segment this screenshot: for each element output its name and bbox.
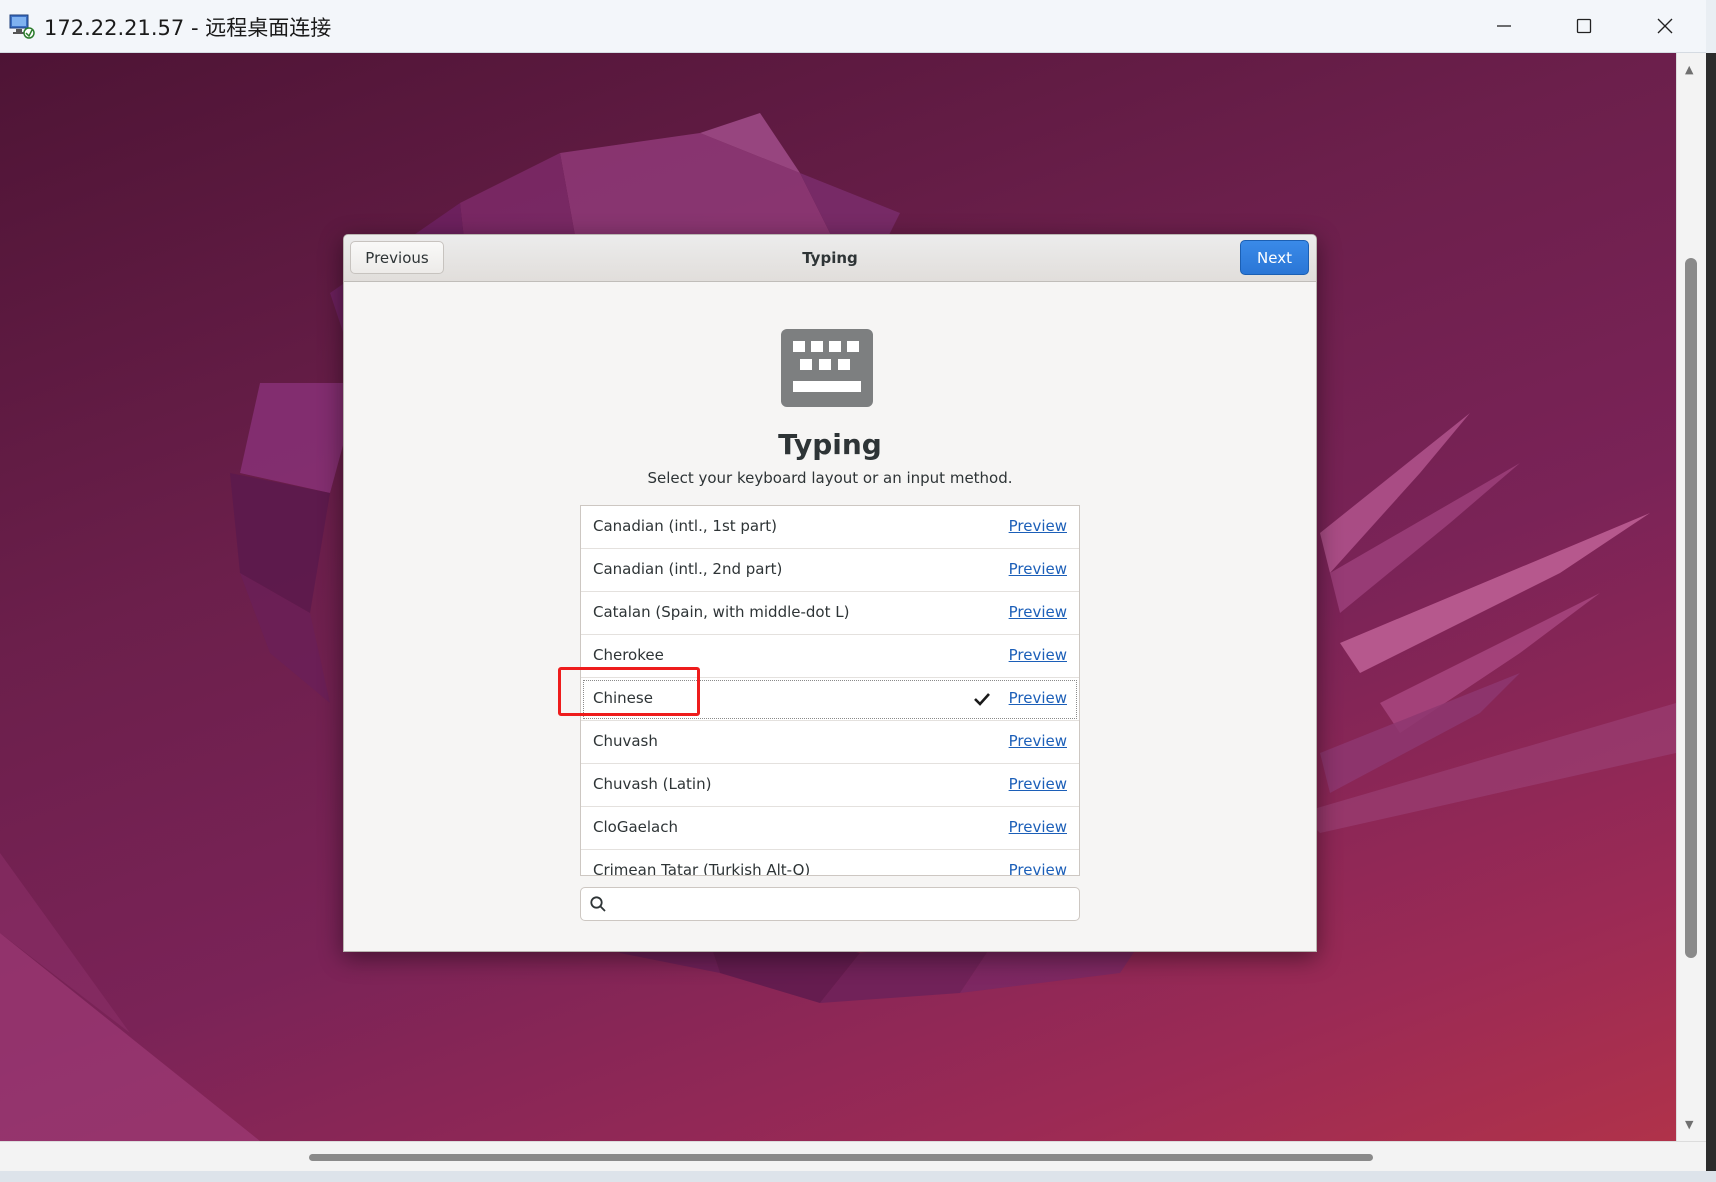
header-title: Typing (802, 249, 858, 267)
taskbar-strip (0, 1171, 1716, 1182)
annotation-highlight-box (558, 667, 700, 716)
search-input[interactable] (615, 892, 1075, 918)
preview-link[interactable]: Preview (1009, 560, 1067, 578)
vertical-scrollbar[interactable]: ▲ ▼ (1676, 53, 1707, 1141)
horizontal-scrollbar[interactable] (0, 1141, 1706, 1172)
remote-desktop-icon (9, 14, 35, 39)
installer-dialog: Typing Previous Next Typing Select your … (343, 234, 1317, 952)
preview-link[interactable]: Preview (1009, 603, 1067, 621)
preview-link[interactable]: Preview (1009, 689, 1067, 707)
header-bar: Typing Previous Next (344, 235, 1316, 282)
close-icon (1657, 18, 1673, 34)
search-icon (590, 896, 606, 912)
list-item[interactable]: CloGaelach Preview (581, 807, 1079, 850)
preview-link[interactable]: Preview (1009, 775, 1067, 793)
checkmark-icon (974, 693, 990, 706)
keyboard-icon (781, 329, 873, 407)
preview-link[interactable]: Preview (1009, 861, 1067, 875)
preview-link[interactable]: Preview (1009, 818, 1067, 836)
preview-link[interactable]: Preview (1009, 517, 1067, 535)
window-title: 172.22.21.57 - 远程桌面连接 (44, 16, 332, 40)
rdp-titlebar: 172.22.21.57 - 远程桌面连接 (0, 0, 1706, 53)
horizontal-scroll-thumb[interactable] (309, 1154, 1373, 1161)
preview-link[interactable]: Preview (1009, 646, 1067, 664)
list-item[interactable]: Canadian (intl., 2nd part) Preview (581, 549, 1079, 592)
layout-label: Canadian (intl., 2nd part) (593, 560, 783, 578)
list-item[interactable]: Chuvash Preview (581, 721, 1079, 764)
close-button[interactable] (1630, 4, 1700, 48)
maximize-icon (1576, 18, 1592, 34)
layout-label: Canadian (intl., 1st part) (593, 517, 778, 535)
layout-label: Cherokee (593, 646, 664, 664)
layout-label: Chuvash (Latin) (593, 775, 712, 793)
layout-label: CloGaelach (593, 818, 678, 836)
list-item[interactable]: Catalan (Spain, with middle-dot L) Previ… (581, 592, 1079, 635)
background-window-strip (1706, 53, 1716, 1182)
layout-label: Chuvash (593, 732, 658, 750)
layout-label: Crimean Tatar (Turkish Alt-Q) (593, 861, 811, 876)
previous-button[interactable]: Previous (350, 241, 444, 274)
layout-label: Catalan (Spain, with middle-dot L) (593, 603, 850, 621)
next-button[interactable]: Next (1240, 240, 1309, 275)
maximize-button[interactable] (1549, 4, 1619, 48)
list-item[interactable]: Crimean Tatar (Turkish Alt-Q) Preview (581, 850, 1079, 876)
search-box[interactable] (580, 887, 1080, 921)
minimize-icon (1497, 25, 1511, 27)
list-item[interactable]: Canadian (intl., 1st part) Preview (581, 506, 1079, 549)
page-subtitle: Select your keyboard layout or an input … (647, 469, 1013, 487)
list-item[interactable]: Chuvash (Latin) Preview (581, 764, 1079, 807)
scroll-down-icon[interactable]: ▼ (1685, 1118, 1693, 1131)
page-heading: Typing (778, 428, 882, 461)
vertical-scroll-thumb[interactable] (1685, 258, 1697, 958)
minimize-button[interactable] (1469, 4, 1539, 48)
scroll-up-icon[interactable]: ▲ (1685, 63, 1693, 76)
preview-link[interactable]: Preview (1009, 732, 1067, 750)
